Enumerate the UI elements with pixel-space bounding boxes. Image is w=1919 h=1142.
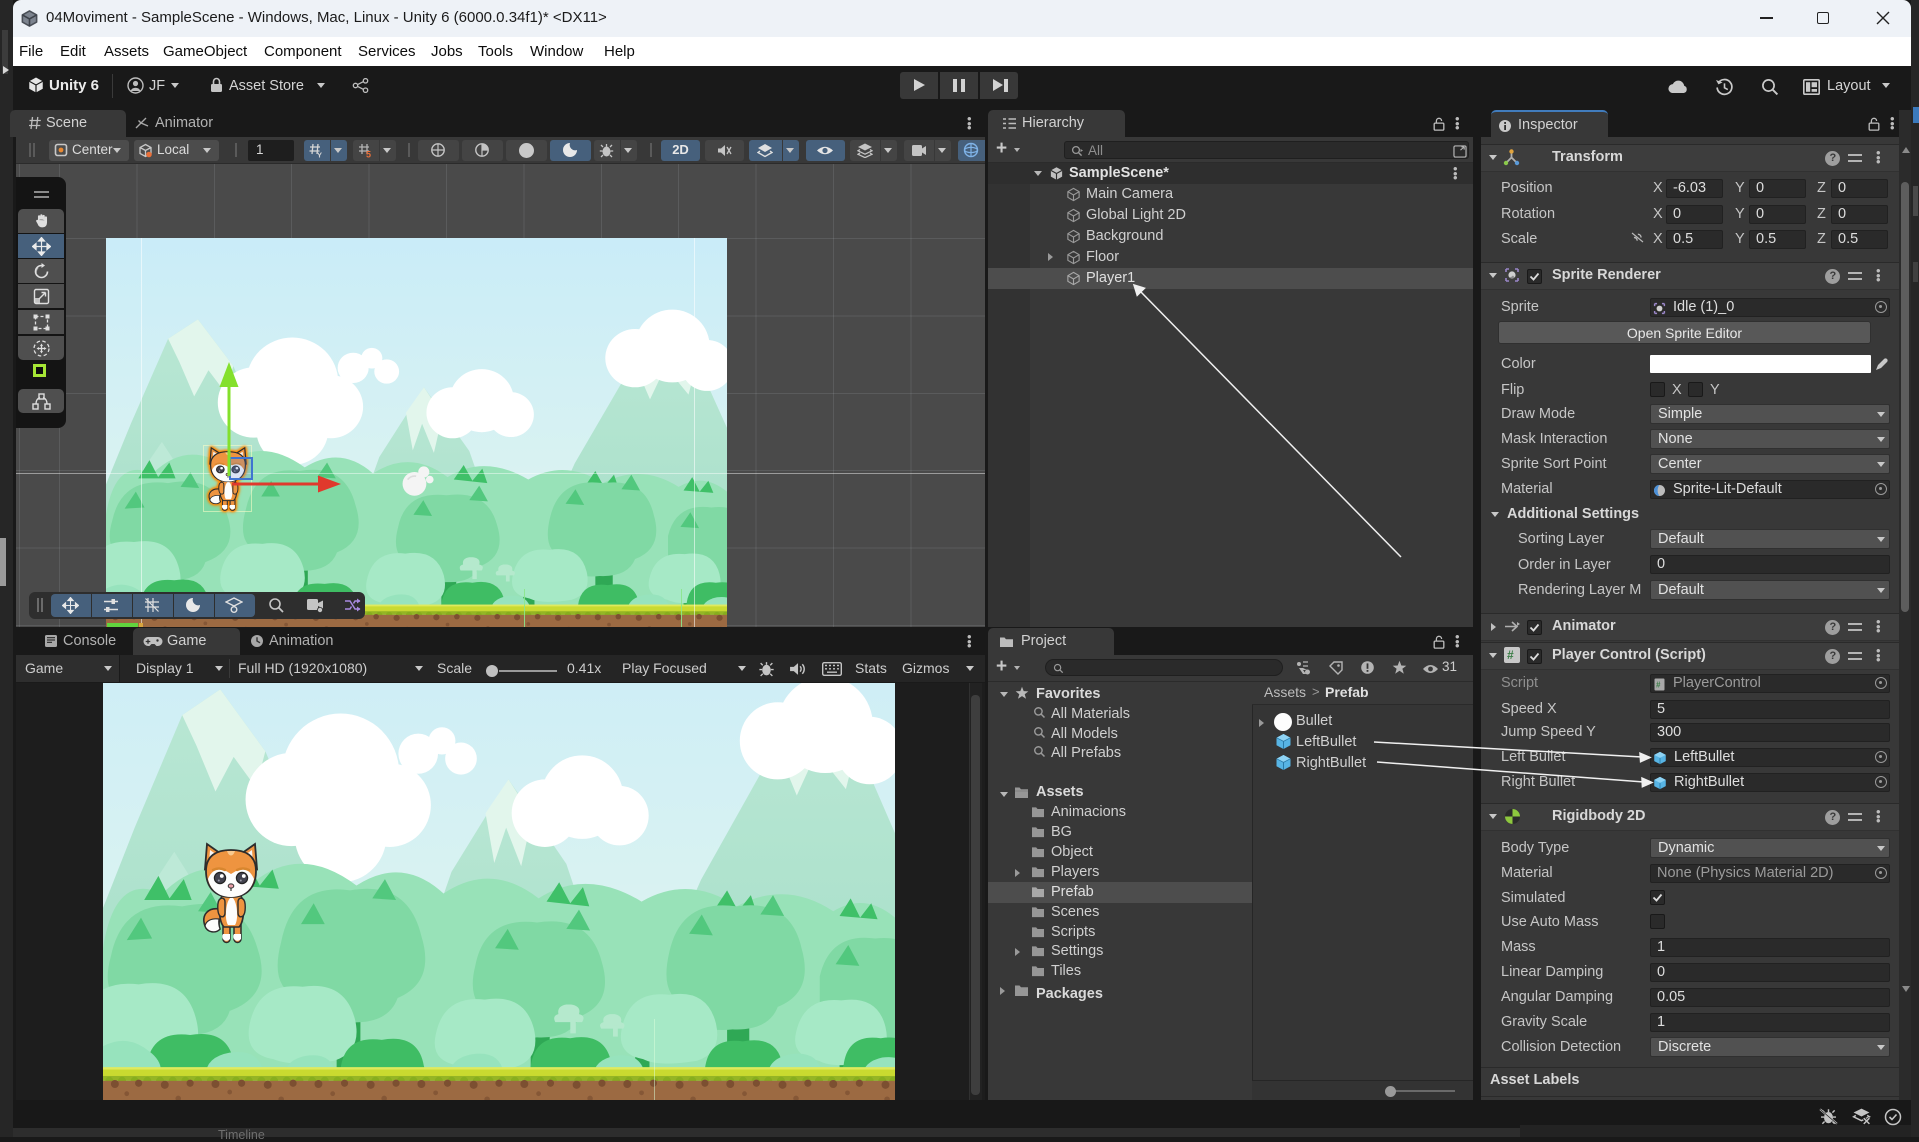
svg-text:5: 5 [366, 149, 371, 158]
svg-text:#: # [1656, 680, 1661, 689]
svg-text:Y: Y [317, 150, 322, 158]
